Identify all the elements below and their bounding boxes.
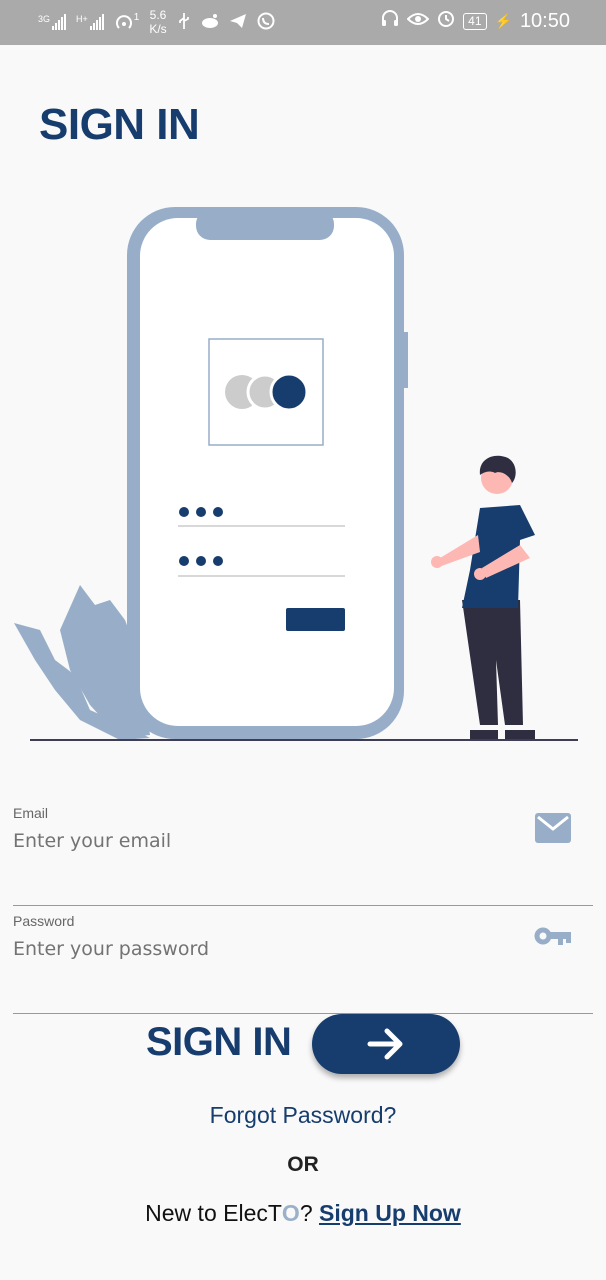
signup-prompt: New to ElecTO? Sign Up Now [0,1200,606,1227]
illustration-button [286,608,345,631]
status-bar-left: 3G H+ 1 5.6 K/s [38,8,275,36]
email-field[interactable]: Email [13,805,593,906]
headset-icon [381,9,399,33]
key-icon [533,925,571,952]
alarm-icon [437,9,455,33]
hotspot-icon: 1 [114,12,140,32]
signup-prompt-text: New to ElecT [145,1200,282,1226]
email-input[interactable] [13,823,493,859]
status-bar-right: 41 ⚡ 10:50 [381,9,570,33]
password-field[interactable]: Password [13,913,593,1014]
charging-icon: ⚡ [494,12,512,29]
clock: 10:50 [519,9,570,32]
status-bar: 3G H+ 1 5.6 K/s 41 ⚡ 10:50 [0,0,606,45]
signal-icon-2 [89,14,104,30]
speed-unit: K/s [149,22,167,36]
battery-icon: 41 [463,12,487,30]
login-illustration [14,207,578,741]
arrow-right-icon [367,1028,403,1060]
speed-value: 5.6 [149,8,167,22]
network-3g-label: 3G [38,14,51,24]
network-3g: 3G [38,14,67,30]
password-label: Password [13,913,75,929]
app-icon [201,13,219,32]
signal-icon [52,14,67,30]
network-speed: 5.6 K/s [149,8,166,36]
mail-icon [535,813,571,848]
usb-icon [177,12,191,33]
forgot-password-link[interactable]: Forgot Password? [0,1102,606,1129]
phone-screen [140,218,394,726]
brand-o: O [281,1200,300,1226]
phone-notch [196,210,334,240]
or-divider: OR [287,1153,319,1176]
eye-icon [406,10,430,33]
signup-prompt-question: ? [299,1200,313,1226]
person-figure [431,455,535,740]
page-title: SIGN IN [39,100,200,149]
logo-circle-3 [269,372,309,412]
whatsapp-icon [257,12,275,33]
telegram-icon [229,13,247,32]
network-hplus: H+ [76,14,104,30]
hotspot-count: 1 [133,12,140,23]
password-input[interactable] [13,931,493,967]
signup-link[interactable]: Sign Up Now [319,1200,461,1226]
signin-label: SIGN IN [146,1020,292,1064]
phone-side-button [403,332,408,388]
network-hplus-label: H+ [76,14,88,24]
email-label: Email [13,805,49,821]
signin-button[interactable] [312,1014,460,1074]
